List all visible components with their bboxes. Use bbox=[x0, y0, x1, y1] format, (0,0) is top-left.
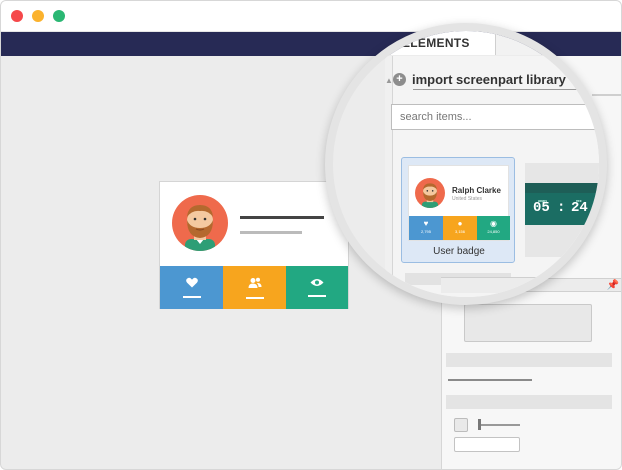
import-library-label: import screenpart library bbox=[412, 71, 566, 87]
magnifier-lens: ▲ ELEMENTS + import screenpart library s… bbox=[325, 23, 607, 305]
timer-hours-label: HOURS bbox=[538, 200, 548, 203]
mini-views-stat: ◉ 24,850 bbox=[477, 216, 510, 240]
person-illustration-icon bbox=[421, 183, 439, 208]
heart-icon bbox=[185, 277, 198, 288]
import-underline bbox=[413, 89, 599, 90]
users-icon bbox=[248, 277, 261, 288]
app-window: 📌 ▲ ELEMENTS + import screenpart library bbox=[0, 0, 622, 470]
property-row bbox=[446, 353, 612, 367]
magnified-panel-divider bbox=[441, 277, 599, 293]
minimize-window-button[interactable] bbox=[32, 10, 44, 22]
property-slider-track[interactable] bbox=[478, 424, 520, 426]
mini-avatar bbox=[415, 178, 445, 208]
likes-stat[interactable] bbox=[160, 266, 223, 309]
property-input[interactable] bbox=[454, 437, 520, 452]
preview-box[interactable] bbox=[464, 304, 592, 342]
title-bar bbox=[1, 1, 621, 32]
library-separator bbox=[559, 263, 579, 265]
property-slider-handle[interactable] bbox=[478, 419, 481, 430]
plus-icon: + bbox=[393, 72, 406, 86]
library-item-timer[interactable]: 05 : 24 HOURS MIN bbox=[525, 163, 599, 257]
search-items-input[interactable]: search items... bbox=[391, 104, 599, 130]
views-count: 24,850 bbox=[487, 229, 500, 234]
timer-minutes-label: MIN bbox=[576, 200, 582, 203]
person-illustration-icon bbox=[185, 205, 215, 251]
mini-likes-stat: ♥ 2,795 bbox=[409, 216, 443, 240]
followers-count: 3,156 bbox=[454, 229, 465, 234]
pin-icon[interactable]: 📌 bbox=[607, 280, 619, 291]
users-icon: ● bbox=[457, 219, 463, 228]
property-row bbox=[446, 395, 612, 409]
followers-stat[interactable] bbox=[223, 266, 286, 309]
eye-icon bbox=[310, 279, 324, 286]
search-placeholder: search items... bbox=[400, 111, 472, 123]
countdown-timer-thumbnail: 05 : 24 HOURS MIN bbox=[525, 193, 599, 225]
badge-name: Ralph Clarke bbox=[452, 186, 501, 195]
library-item-user-badge[interactable]: Ralph Clarke United States ♥ 2,795 ● 3,156… bbox=[401, 157, 515, 263]
zoom-window-button[interactable] bbox=[53, 10, 65, 22]
property-checkbox[interactable] bbox=[454, 418, 468, 432]
library-item-label: User badge bbox=[433, 246, 485, 257]
name-placeholder-line bbox=[240, 216, 324, 219]
badge-country: United States bbox=[452, 196, 483, 202]
import-library-link[interactable]: + import screenpart library bbox=[393, 69, 566, 89]
timer-header bbox=[525, 183, 599, 193]
timer-separator: : bbox=[557, 200, 566, 216]
subtitle-placeholder-line bbox=[240, 231, 302, 234]
scroll-up-icon[interactable]: ▲ bbox=[385, 76, 393, 85]
property-separator bbox=[448, 379, 532, 381]
mini-followers-stat: ● 3,156 bbox=[443, 216, 477, 240]
tab-elements[interactable]: ELEMENTS bbox=[389, 31, 497, 55]
library-scrollbar[interactable]: ▲ bbox=[385, 56, 393, 297]
avatar bbox=[172, 195, 228, 251]
close-window-button[interactable] bbox=[11, 10, 23, 22]
tab-elements-label: ELEMENTS bbox=[402, 36, 470, 50]
heart-icon: ♥ bbox=[423, 219, 429, 228]
likes-count: 2,795 bbox=[420, 229, 431, 234]
eye-icon: ◉ bbox=[490, 219, 497, 228]
user-badge-thumbnail: Ralph Clarke United States ♥ 2,795 ● 3,156… bbox=[408, 165, 510, 241]
tab-secondary[interactable] bbox=[495, 31, 599, 55]
user-badge-widget[interactable] bbox=[159, 181, 349, 309]
